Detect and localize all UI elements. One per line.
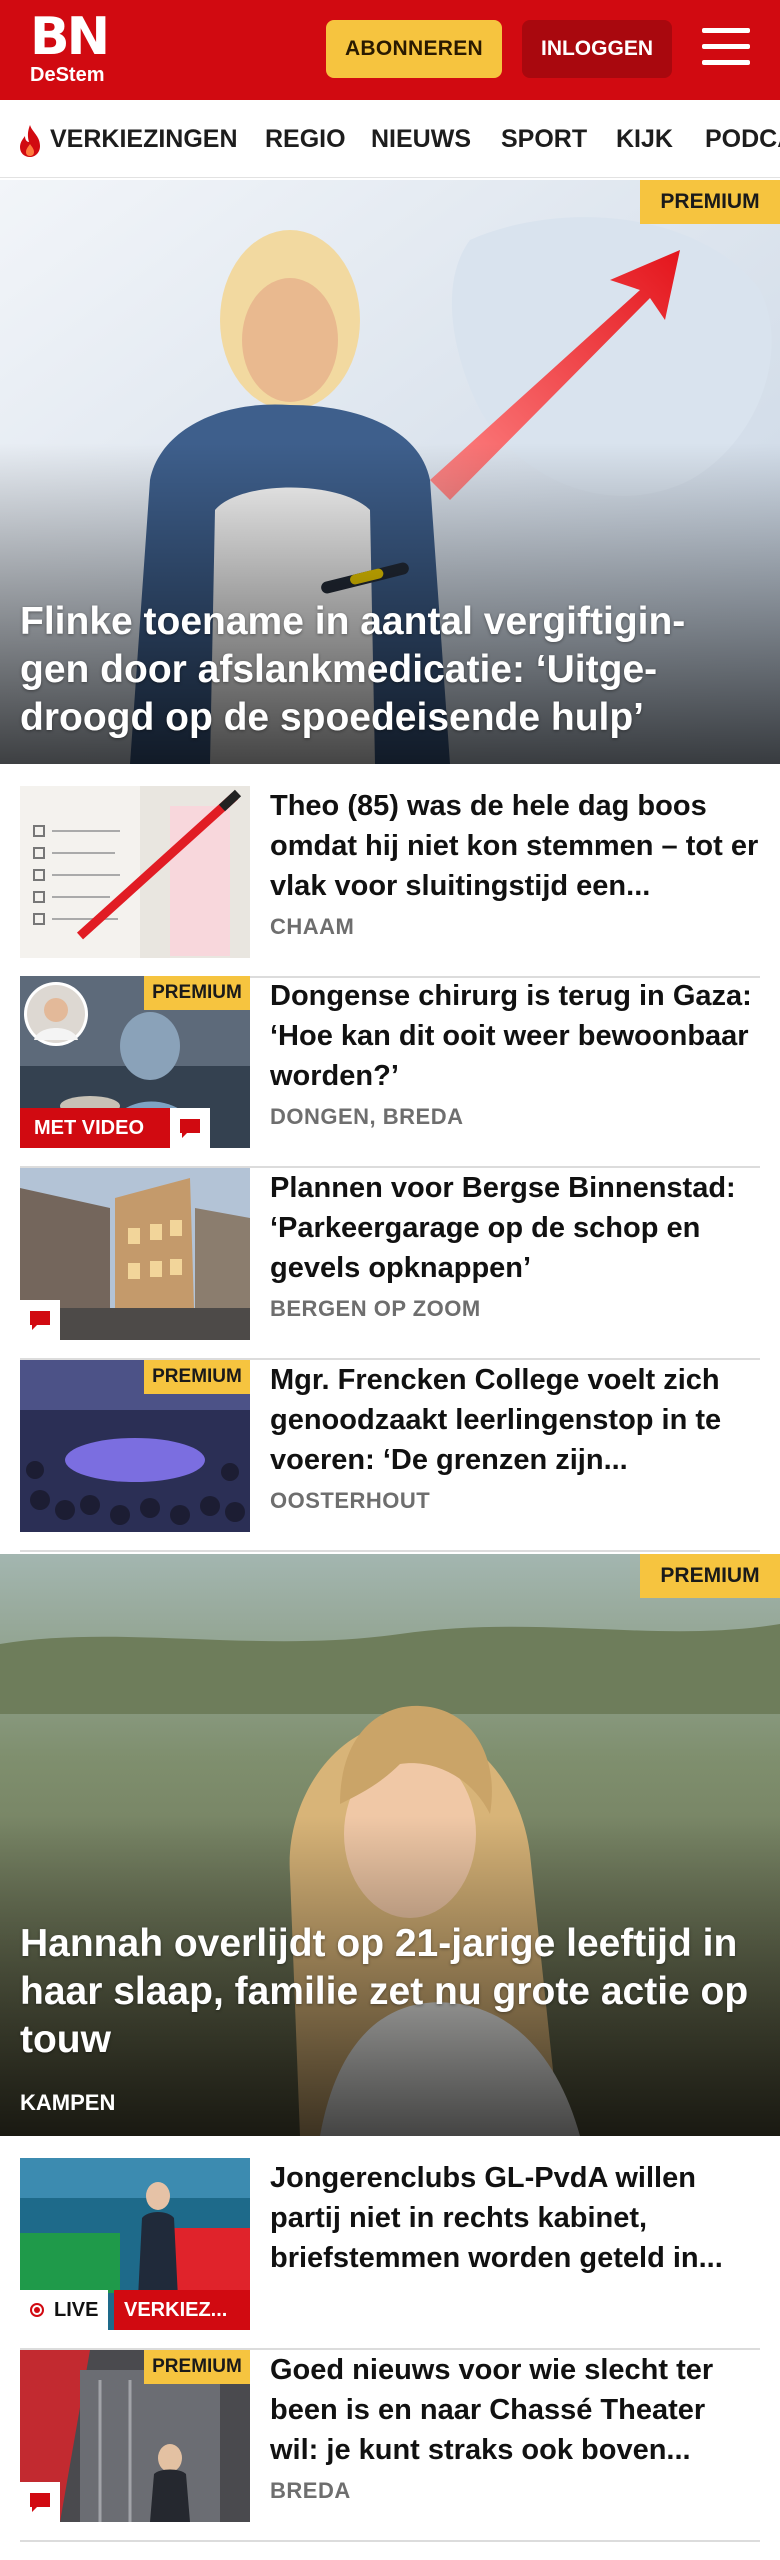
article-location: DONGEN, BREDA [270,1104,464,1129]
article-thumbnail[interactable]: PREMIUM [20,1360,250,1532]
premium-badge: PREMIUM [640,180,780,224]
article-thumbnail[interactable]: LIVE VERKIEZ... [20,2158,250,2330]
comment-badge[interactable] [20,2482,60,2522]
live-label: LIVE [54,2298,99,2321]
article-title[interactable]: Theo (85) was de hele dag boos omdat hij… [270,786,760,906]
video-badge: MET VIDEO [20,1108,170,1148]
subscribe-button[interactable]: ABONNEREN [326,20,502,78]
hamburger-menu-icon[interactable] [700,24,752,72]
list-item[interactable]: PREMIUM MET VIDEO Dongense chirurg is te… [20,976,760,1168]
list-item[interactable]: LIVE VERKIEZ... Jongerenclubs GL-PvdA wi… [20,2158,760,2350]
comment-badge[interactable] [20,1300,60,1340]
article-thumbnail[interactable] [20,786,250,958]
premium-badge: PREMIUM [144,2350,250,2384]
article-title[interactable]: Dongense chirurg is terug in Gaza: ‘Hoe … [270,976,760,1096]
article-title[interactable]: Plannen voor Bergse Binnenstad: ‘Parkeer… [270,1168,760,1288]
bn-destem-logo[interactable]: BN DeStem [30,7,120,86]
nav-item-verkiezingen[interactable]: VERKIEZINGEN [50,100,238,177]
article-title[interactable]: Mgr. Frencken College voelt zich genoodz… [270,1360,760,1480]
list-item[interactable]: PREMIUM Mgr. Frencken College voelt zich… [20,1360,760,1552]
article-location: CHAAM [270,914,355,939]
premium-badge: PREMIUM [144,976,250,1010]
article-location: BERGEN OP ZOOM [270,1296,481,1321]
article-location: BREDA [270,2478,351,2503]
nav-item-nieuws[interactable]: NIEUWS [371,100,471,177]
hero-article-1[interactable]: PREMIUM Flinke toename in aantal vergift… [0,180,780,764]
article-title[interactable]: Goed nieuws voor wie slecht ter been is … [270,2350,760,2470]
logo-main: BN [30,7,110,67]
section-nav: VERKIEZINGEN REGIO NIEUWS SPORT KIJK POD… [0,100,780,178]
logo-sub: DeStem [30,64,105,86]
ballot-image [20,786,250,958]
article-thumbnail[interactable] [20,1168,250,1340]
nav-item-podcast[interactable]: PODCAST [705,100,780,177]
hero-title-1[interactable]: Flinke toename in aantal vergiftigin-gen… [20,598,750,742]
list-item[interactable]: Plannen voor Bergse Binnenstad: ‘Parkeer… [20,1168,760,1360]
top-bar: BN DeStem ABONNEREN INLOGGEN [0,0,780,100]
comment-icon [30,2493,50,2512]
article-title[interactable]: Jongerenclubs GL-PvdA willen partij niet… [270,2158,760,2278]
comment-badge[interactable] [170,1108,210,1148]
live-badge: LIVE [20,2290,109,2330]
nav-item-sport[interactable]: SPORT [501,100,587,177]
article-thumbnail[interactable]: PREMIUM MET VIDEO [20,976,250,1148]
premium-badge: PREMIUM [640,1554,780,1598]
login-button[interactable]: INLOGGEN [522,20,672,78]
elections-badge: VERKIEZ... [114,2290,250,2330]
article-location: OOSTERHOUT [270,1488,431,1513]
flame-icon [20,125,40,157]
hero-title-2[interactable]: Hannah overlijdt op 21-jarige leeftijd i… [20,1920,750,2064]
nav-item-regio[interactable]: REGIO [265,100,346,177]
live-dot-icon [30,2303,44,2317]
hero-location: KAMPEN [20,2090,116,2115]
premium-badge: PREMIUM [144,1360,250,1394]
nav-item-kijk[interactable]: KIJK [616,100,673,177]
comment-icon [180,1119,200,1138]
list-item[interactable]: PREMIUM Goed nieuws voor wie slecht ter … [20,2350,760,2542]
comment-icon [30,1311,50,1330]
list-item[interactable]: Theo (85) was de hele dag boos omdat hij… [20,786,760,978]
hero-article-2[interactable]: PREMIUM Hannah overlijdt op 21-jarige le… [0,1554,780,2136]
article-thumbnail[interactable]: PREMIUM [20,2350,250,2522]
